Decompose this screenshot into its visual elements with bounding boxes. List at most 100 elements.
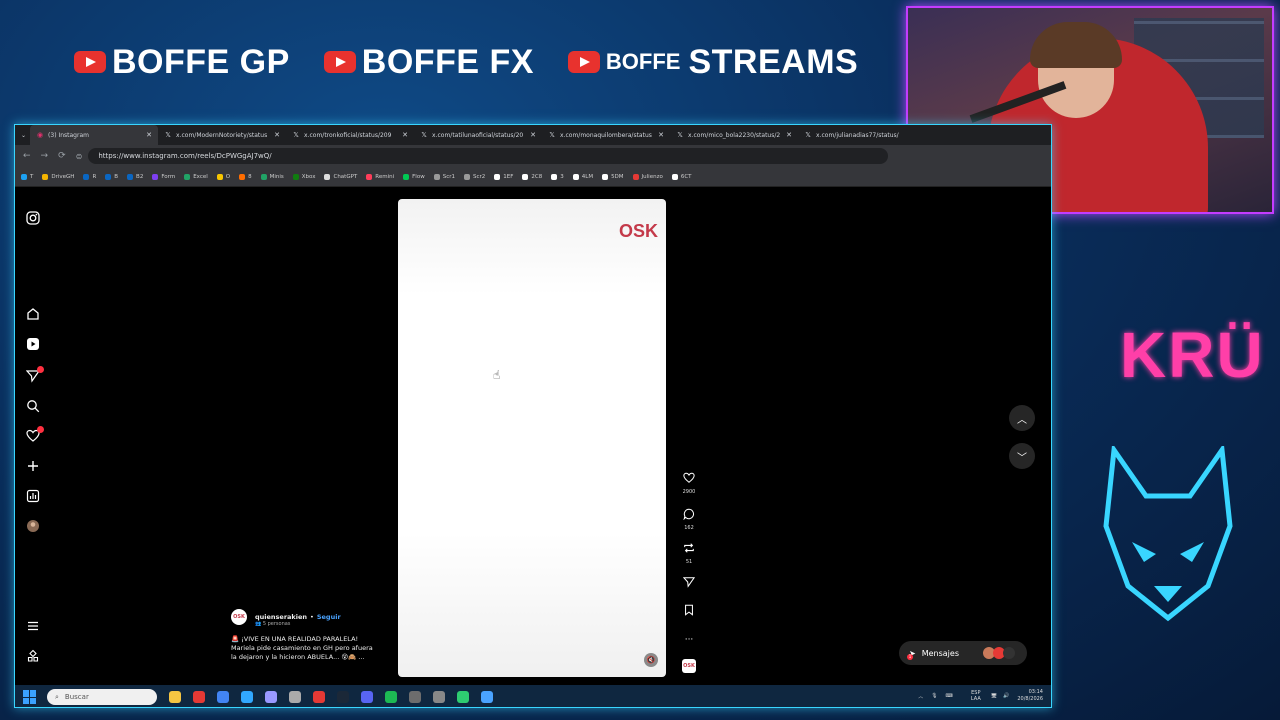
- bookmark-item[interactable]: 2C8: [522, 173, 542, 180]
- profile-avatar-icon[interactable]: [26, 519, 40, 533]
- bookmark-item[interactable]: R: [83, 173, 96, 180]
- bookmark-item[interactable]: Minis: [260, 173, 284, 180]
- instagram-logo-icon[interactable]: [26, 211, 40, 225]
- tab-x-6[interactable]: 𝕏 x.com/julianadias77/status/: [798, 125, 926, 145]
- hamburger-menu-icon[interactable]: [26, 619, 40, 633]
- tab-x-1[interactable]: 𝕏 x.com/ModernNotoriety/status ✕: [158, 125, 286, 145]
- taskbar-app-icon[interactable]: [217, 691, 229, 703]
- close-tab-icon[interactable]: ✕: [402, 131, 408, 139]
- tab-x-2[interactable]: 𝕏 x.com/tronkoficial/status/209 ✕: [286, 125, 414, 145]
- taskbar-app-icon[interactable]: [289, 691, 301, 703]
- bookmark-item[interactable]: Scr2: [463, 173, 485, 180]
- url-input[interactable]: https://www.instagram.com/reels/DcPWGgAJ…: [88, 148, 889, 164]
- comment-button[interactable]: 162: [679, 505, 699, 531]
- clock[interactable]: 03:14 20/8/2026: [1017, 689, 1043, 703]
- audio-thumbnail[interactable]: OSK: [682, 659, 696, 673]
- taskbar-app-icon[interactable]: [457, 691, 469, 703]
- notifications-heart-icon[interactable]: [26, 426, 44, 443]
- bookmark-item[interactable]: O: [216, 173, 230, 180]
- next-reel-button[interactable]: ﹀: [1009, 443, 1035, 469]
- tab-x-5[interactable]: 𝕏 x.com/mico_bola2230/status/2 ✕: [670, 125, 798, 145]
- bookmark-item[interactable]: 8: [239, 173, 252, 180]
- mute-speaker-icon[interactable]: 🔇: [644, 653, 658, 667]
- tab-x-3[interactable]: 𝕏 x.com/tatilunaoficial/status/20 ✕: [414, 125, 542, 145]
- taskbar-app-icon[interactable]: [241, 691, 253, 703]
- bookmark-item[interactable]: B2: [127, 173, 143, 180]
- bookmark-item[interactable]: 6CT: [671, 173, 692, 180]
- windows-start-icon[interactable]: [23, 690, 37, 704]
- save-button[interactable]: [679, 601, 699, 620]
- caption-text[interactable]: 🚨 ¡VIVE EN UNA REALIDAD PARALELA! Mariel…: [231, 635, 391, 662]
- network-icon[interactable]: 🖥: [991, 693, 997, 699]
- close-tab-icon[interactable]: ✕: [658, 131, 664, 139]
- search-icon[interactable]: [26, 399, 40, 413]
- tray-overflow-icon[interactable]: ︿: [918, 693, 923, 700]
- reload-icon[interactable]: ⟳: [58, 151, 66, 161]
- share-button[interactable]: [679, 573, 699, 592]
- tab-list-dropdown-icon[interactable]: ⌄: [21, 132, 26, 139]
- taskbar-app-icon[interactable]: [385, 691, 397, 703]
- bookmark-item[interactable]: B: [105, 173, 118, 180]
- youtube-icon: [567, 51, 600, 73]
- taskbar-app-icon[interactable]: [337, 691, 349, 703]
- taskbar-app-icon[interactable]: [193, 691, 205, 703]
- bookmark-item[interactable]: Excel: [184, 173, 208, 180]
- taskbar-app-icon[interactable]: [409, 691, 421, 703]
- close-tab-icon[interactable]: ✕: [530, 131, 536, 139]
- tab-instagram[interactable]: ◉ (3) Instagram ✕: [30, 125, 159, 145]
- hand-cursor-icon: ☝: [493, 368, 501, 382]
- bookmark-item[interactable]: Remini: [366, 173, 394, 180]
- reel-video[interactable]: OSK 🔇: [398, 199, 666, 677]
- pinned-apps: [169, 691, 505, 703]
- bookmarks-bar: T DriveGH R B B2 Form Excel O 8 Minis Xb…: [15, 167, 1051, 187]
- forward-arrow-icon[interactable]: →: [41, 151, 49, 161]
- create-plus-icon[interactable]: [26, 459, 40, 473]
- close-tab-icon[interactable]: ✕: [786, 131, 792, 139]
- previous-reel-button[interactable]: ︿: [1009, 405, 1035, 431]
- bookmark-item[interactable]: DriveGH: [42, 173, 74, 180]
- bookmark-item[interactable]: 3: [551, 173, 564, 180]
- bookmark-item[interactable]: Scr1: [433, 173, 455, 180]
- people-icon: 👥: [255, 621, 263, 627]
- bookmark-item[interactable]: Julienzo: [632, 173, 663, 180]
- volume-icon[interactable]: 🔊: [1003, 693, 1009, 699]
- taskbar-app-icon[interactable]: [481, 691, 493, 703]
- messages-button[interactable]: ➤ 1 Mensajes: [899, 641, 1027, 665]
- bookmark-item[interactable]: Xbox: [292, 173, 315, 180]
- bookmark-item[interactable]: Flow: [403, 173, 425, 180]
- taskbar-app-icon[interactable]: [265, 691, 277, 703]
- taskbar-app-icon[interactable]: [433, 691, 445, 703]
- taskbar-app-icon[interactable]: [169, 691, 181, 703]
- keyboard-icon[interactable]: ⌨: [946, 693, 953, 699]
- close-tab-icon[interactable]: ✕: [146, 131, 152, 139]
- bookmark-item[interactable]: 5DM: [602, 173, 624, 180]
- dashboard-icon[interactable]: [26, 489, 40, 503]
- author-username[interactable]: quienserakien: [255, 613, 307, 621]
- bookmark-item[interactable]: 1EF: [494, 173, 513, 180]
- taskbar-search[interactable]: ⌕ Buscar: [47, 689, 157, 705]
- close-tab-icon[interactable]: ✕: [274, 131, 280, 139]
- taskbar-app-icon[interactable]: [313, 691, 325, 703]
- site-info-icon[interactable]: ⊜: [76, 152, 83, 161]
- microphone-icon[interactable]: 🎙: [931, 693, 937, 699]
- notification-badge: [37, 426, 44, 433]
- home-icon[interactable]: [26, 307, 40, 321]
- language-indicator[interactable]: ESP LAA: [971, 690, 981, 702]
- bookmark-item[interactable]: T: [21, 173, 33, 180]
- author-avatar[interactable]: OSK: [231, 609, 247, 625]
- back-arrow-icon[interactable]: ←: [23, 151, 31, 161]
- collab-info[interactable]: 👥 5 personas: [255, 621, 391, 627]
- like-button[interactable]: 2900: [679, 469, 699, 495]
- tab-x-4[interactable]: 𝕏 x.com/monaquilombera/status ✕: [542, 125, 670, 145]
- bookmark-item[interactable]: 4LM: [572, 173, 593, 180]
- direct-messages-icon[interactable]: [26, 366, 44, 383]
- repost-button[interactable]: 51: [679, 539, 699, 565]
- meta-apps-icon[interactable]: [26, 649, 40, 663]
- bookmark-item[interactable]: ChatGPT: [324, 173, 357, 180]
- bookmark-item[interactable]: Form: [152, 173, 175, 180]
- follow-button[interactable]: Seguir: [317, 613, 341, 621]
- reels-icon[interactable]: [26, 337, 40, 351]
- more-options-button[interactable]: ···: [679, 627, 699, 646]
- taskbar-app-icon[interactable]: [361, 691, 373, 703]
- channel-name: BOFFE FX: [361, 42, 534, 81]
